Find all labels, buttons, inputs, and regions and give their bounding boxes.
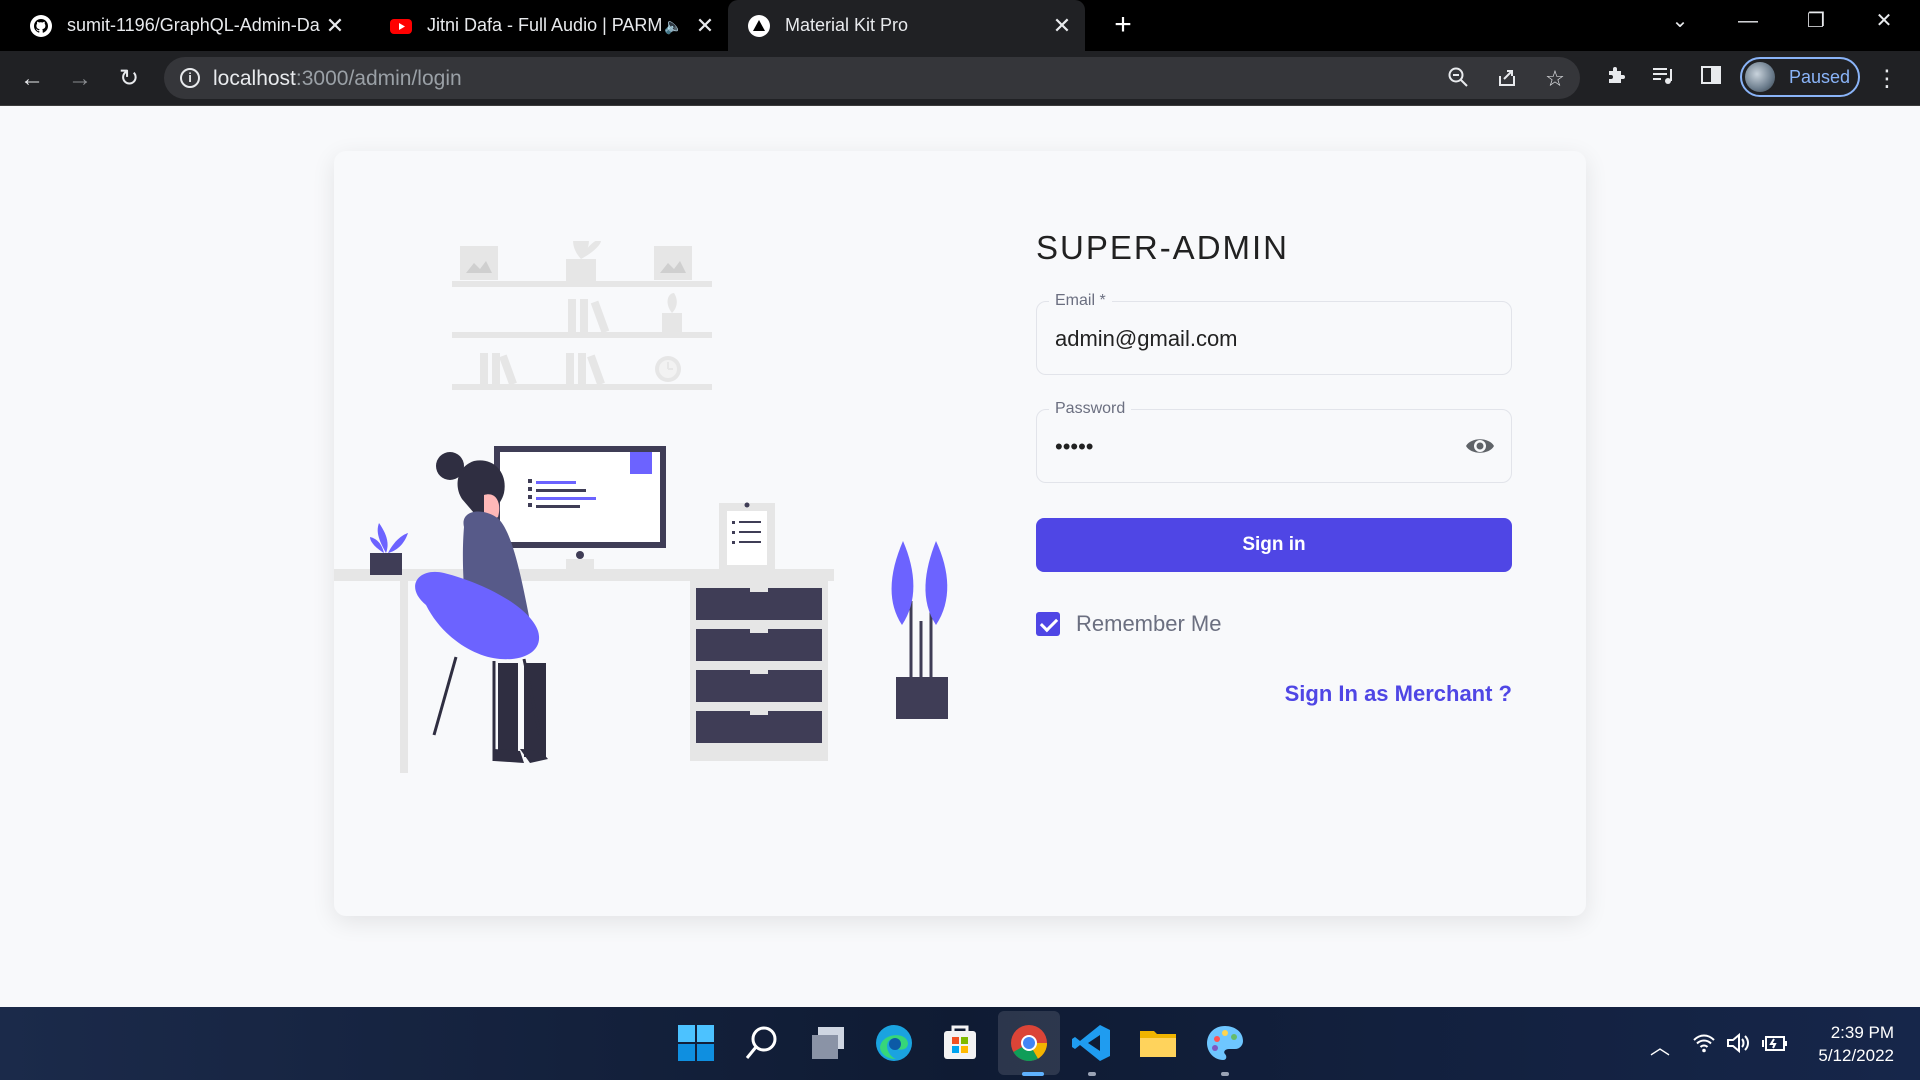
close-window-icon[interactable]: ✕	[1854, 0, 1914, 42]
clock-date: 5/12/2022	[1818, 1046, 1894, 1065]
avatar	[1745, 62, 1775, 92]
reload-icon[interactable]: ↻	[111, 61, 147, 97]
email-label: Email *	[1049, 292, 1112, 310]
side-panel-icon[interactable]	[1696, 63, 1726, 93]
edge-icon[interactable]	[872, 1021, 916, 1065]
email-input[interactable]: admin@gmail.com	[1055, 326, 1435, 352]
browser-tab-bar: sumit-1196/GraphQL-Admin-Das ✕ Jitni Daf…	[0, 0, 1920, 51]
zoom-icon[interactable]	[1445, 66, 1471, 92]
paint-running-indicator	[1221, 1072, 1229, 1076]
restore-icon[interactable]: ❐	[1786, 0, 1846, 42]
clock-time: 2:39 PM	[1830, 1023, 1894, 1042]
page-title: SUPER-ADMIN	[1036, 229, 1290, 266]
paint-icon[interactable]	[1203, 1021, 1247, 1065]
tab-material-kit[interactable]: Material Kit Pro ✕	[728, 0, 1085, 51]
password-input[interactable]: •••••	[1055, 434, 1435, 460]
search-icon[interactable]	[740, 1021, 784, 1065]
remember-me[interactable]: Remember Me	[1036, 609, 1221, 639]
close-tab-icon[interactable]: ✕	[1047, 13, 1077, 39]
system-clock[interactable]: 2:39 PM 5/12/2022	[1818, 1021, 1894, 1067]
site-info-icon[interactable]: i	[180, 68, 200, 88]
browser-toolbar: ← → ↻ i localhost:3000/admin/login ☆ Pau…	[0, 51, 1920, 106]
youtube-icon	[390, 18, 412, 34]
tab-title: Jitni Dafa - Full Audio | PARM	[427, 15, 663, 35]
speaker-icon[interactable]: 🔈	[664, 17, 690, 35]
workspace-illustration	[334, 241, 948, 773]
back-icon[interactable]: ←	[14, 61, 50, 97]
bookmark-star-icon[interactable]: ☆	[1542, 66, 1568, 92]
tab-search-icon[interactable]: ⌄	[1650, 0, 1710, 42]
tab-title: Material Kit Pro	[785, 15, 909, 35]
minimize-icon[interactable]: —	[1718, 0, 1778, 42]
tab-github[interactable]: sumit-1196/GraphQL-Admin-Das ✕	[0, 0, 358, 51]
volume-icon[interactable]	[1726, 1032, 1752, 1054]
profile-label: Paused	[1789, 67, 1851, 87]
login-card: SUPER-ADMIN Email * admin@gmail.com Pass…	[334, 151, 1586, 916]
show-hidden-icons-icon[interactable]: ︿	[1650, 1031, 1670, 1060]
forward-icon[interactable]: →	[62, 61, 98, 97]
eye-icon[interactable]	[1465, 433, 1495, 459]
file-explorer-icon[interactable]	[1136, 1021, 1180, 1065]
chrome-running-indicator	[1022, 1072, 1044, 1076]
vscode-icon[interactable]	[1070, 1021, 1114, 1065]
sign-in-button[interactable]: Sign in	[1036, 518, 1512, 572]
url-text[interactable]: localhost:3000/admin/login	[213, 67, 462, 91]
tab-youtube[interactable]: Jitni Dafa - Full Audio | PARM 🔈 ✕	[358, 0, 728, 51]
vscode-running-indicator	[1088, 1072, 1096, 1076]
merchant-signin-link[interactable]: Sign In as Merchant ?	[1285, 681, 1512, 707]
share-icon[interactable]	[1494, 66, 1520, 92]
task-view-icon[interactable]	[806, 1021, 850, 1065]
page-content: SUPER-ADMIN Email * admin@gmail.com Pass…	[0, 107, 1920, 1007]
windows-start-icon[interactable]	[674, 1021, 718, 1065]
tab-title: sumit-1196/GraphQL-Admin-Das	[67, 15, 320, 35]
triangle-logo-icon	[748, 14, 770, 37]
remember-checkbox[interactable]	[1036, 612, 1060, 636]
windows-taskbar: ︿ 2:39 PM 5/12/2022	[0, 1007, 1920, 1080]
password-field[interactable]: Password •••••	[1036, 400, 1512, 483]
store-icon[interactable]	[938, 1021, 982, 1065]
password-label: Password	[1049, 400, 1132, 418]
media-control-icon[interactable]	[1648, 63, 1678, 93]
profile-button[interactable]: Paused	[1740, 57, 1860, 97]
address-bar[interactable]: i localhost:3000/admin/login ☆	[164, 57, 1580, 99]
email-field[interactable]: Email * admin@gmail.com	[1036, 292, 1512, 375]
battery-charging-icon[interactable]	[1762, 1032, 1788, 1054]
github-icon	[30, 14, 52, 37]
close-tab-icon[interactable]: ✕	[320, 13, 350, 39]
close-tab-icon[interactable]: ✕	[690, 13, 720, 39]
chrome-icon[interactable]	[1007, 1021, 1051, 1065]
wifi-icon[interactable]	[1692, 1032, 1716, 1054]
remember-label: Remember Me	[1076, 611, 1222, 636]
new-tab-button[interactable]: +	[1106, 8, 1140, 42]
extensions-icon[interactable]	[1601, 63, 1631, 93]
kebab-menu-icon[interactable]: ⋮	[1872, 63, 1902, 93]
